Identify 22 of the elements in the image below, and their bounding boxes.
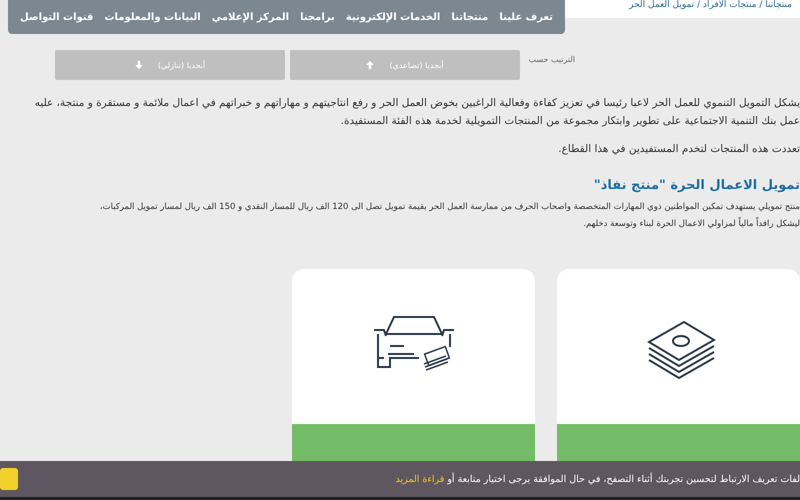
down-arrow-icon — [134, 60, 144, 70]
nav-link[interactable]: البيانات والمعلومات — [104, 12, 201, 22]
breadcrumb[interactable]: منتجاتنا / منتجات الافراد / تمويل العمل الحر — [629, 0, 800, 10]
product-title: تمويل الاعمال الحرة "منتج نفاذ" — [592, 178, 800, 193]
nav-link[interactable]: منتجاتنا — [451, 12, 488, 22]
nav-link[interactable]: قنوات التواصل — [20, 12, 94, 22]
product-description: ليشكل رافداً مالياً لمزاولي الاعمال الحرة لبناء وتوسعة دخلهم. — [582, 216, 800, 231]
product-card[interactable] — [557, 269, 800, 464]
cookie-notice: لفات تعريف الارتباط لتحسين تجربتك أثناء التصفح، في حال الموافقة يرجى اختيار متابعة أو قراءة المزيد — [396, 474, 800, 484]
sort-button[interactable]: أبجديا (تصاعدي) — [290, 50, 520, 80]
intro-paragraph: يشكل التمويل التنموي للعمل الحر لاعبا رئيسا في تعزيز كفاءة وفعالية الراغبين بخوض العمل الحر و رفع انتاجيتهم و مهاراتهم و خبراتهم في اعمال ملائمة و مستقرة و منتجة، عليه عمل بنك التنمية الاجتماعية على تطوير وابتكار مجموعة من المنتجات التمويلية لخدمة هذه الفئة المستفيدة. — [34, 96, 800, 129]
nav-link[interactable]: المركز الإعلامي — [212, 12, 290, 22]
sort-label: الترتيب حسب — [528, 55, 575, 64]
sort-button[interactable]: أبجديا (تنازلي) — [54, 50, 285, 80]
nav-link[interactable]: برامجنا — [300, 12, 335, 22]
product-card[interactable] — [292, 269, 535, 464]
product-description: منتج تمويلي يستهدف تمكين المواطنين ذوي المهارات المتخصصة واصحاب الحرف من ممارسة العمل الحر بقيمة تمويل تصل الى 120 الف ريال للمسار النقدي و 150 الف ريال لمسار تمويل المركبات، — [98, 201, 800, 214]
intro-paragraph: تعددت هذه المنتجات لتخدم المستفيدين في هذا القطاع. — [557, 142, 800, 157]
nav-link[interactable]: تعرف علينا — [499, 12, 553, 22]
read-more-link[interactable]: قراءة المزيد — [396, 474, 444, 484]
nav-link[interactable]: الخدمات الإلكترونية — [346, 12, 440, 22]
up-arrow-icon — [365, 60, 376, 70]
